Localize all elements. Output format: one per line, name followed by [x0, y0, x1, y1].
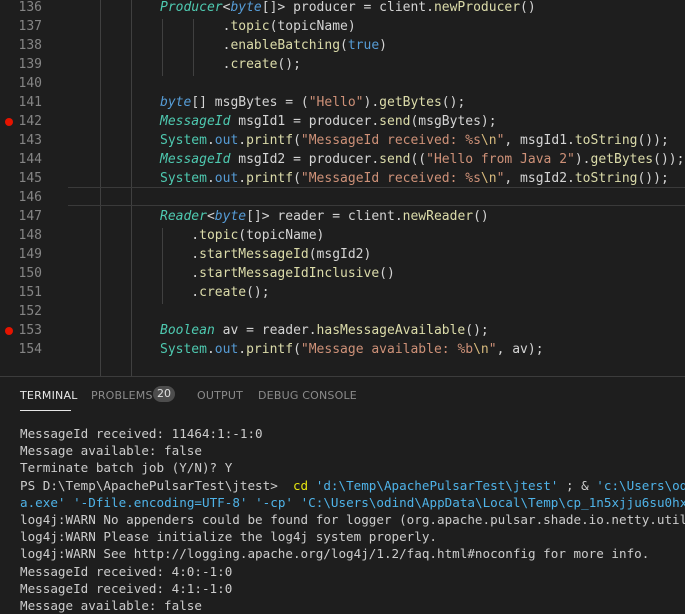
- code-line[interactable]: 144 MessageId msgId2 = producer.send(("He…: [0, 150, 685, 169]
- line-number: 149: [18, 247, 42, 262]
- line-number: 136: [18, 0, 42, 15]
- tab-debug-console[interactable]: DEBUG CONSOLE: [258, 389, 357, 402]
- code-text: System.out.printf("Message available: %b…: [160, 342, 544, 357]
- line-number: 147: [18, 209, 42, 224]
- terminal-output[interactable]: MessageId received: 11464:1:-1:0 Message …: [20, 425, 685, 614]
- code-line[interactable]: 149 .startMessageId(msgId2): [0, 245, 685, 264]
- code-line[interactable]: 141 byte[] msgBytes = ("Hello").getBytes(…: [0, 93, 685, 112]
- tab-output[interactable]: OUTPUT: [197, 389, 243, 402]
- line-number: 143: [18, 133, 42, 148]
- terminal-line: Message available: false: [20, 597, 202, 613]
- line-number: 142: [18, 114, 42, 129]
- code-text: .create();: [160, 285, 270, 300]
- code-text: Reader<byte[]> reader = client.newReader…: [160, 209, 489, 224]
- code-line[interactable]: 145 System.out.printf("MessageId received…: [0, 169, 685, 188]
- code-line[interactable]: 152: [0, 302, 685, 321]
- breakpoint-icon[interactable]: [5, 327, 13, 335]
- line-number: 154: [18, 342, 42, 357]
- code-text: .startMessageIdInclusive(): [160, 266, 395, 281]
- code-text: System.out.printf("MessageId received: %…: [160, 133, 669, 148]
- breakpoint-icon[interactable]: [5, 118, 13, 126]
- line-number: 146: [18, 190, 42, 205]
- terminal-line: log4j:WARN See http://logging.apache.org…: [20, 546, 650, 562]
- code-line[interactable]: 150 .startMessageIdInclusive(): [0, 264, 685, 283]
- code-line[interactable]: 148 .topic(topicName): [0, 226, 685, 245]
- tab-problems[interactable]: PROBLEMS: [91, 389, 153, 402]
- code-line[interactable]: 154 System.out.printf("Message available:…: [0, 340, 685, 359]
- code-line[interactable]: 151 .create();: [0, 283, 685, 302]
- code-line[interactable]: 138 .enableBatching(true): [0, 36, 685, 55]
- code-editor[interactable]: 136 Producer<byte[]> producer = client.ne…: [0, 0, 685, 376]
- code-line[interactable]: 139 .create();: [0, 55, 685, 74]
- code-text: .enableBatching(true): [160, 38, 387, 53]
- code-text: MessageId msgId2 = producer.send(("Hello…: [160, 152, 685, 167]
- terminal-line: Terminate batch job (Y/N)? Y: [20, 460, 233, 476]
- tab-terminal[interactable]: TERMINAL: [20, 389, 78, 402]
- terminal-line: log4j:WARN Please initialize the log4j s…: [20, 529, 438, 545]
- code-line[interactable]: 140: [0, 74, 685, 93]
- code-text: Boolean av = reader.hasMessageAvailable(…: [160, 323, 489, 338]
- terminal-line: log4j:WARN No appenders could be found f…: [20, 511, 685, 527]
- code-line[interactable]: 143 System.out.printf("MessageId received…: [0, 131, 685, 150]
- code-line[interactable]: 142 MessageId msgId1 = producer.send(msgB…: [0, 112, 685, 131]
- code-line[interactable]: 147 Reader<byte[]> reader = client.newRea…: [0, 207, 685, 226]
- line-number: 150: [18, 266, 42, 281]
- problems-count-badge: 20: [153, 386, 175, 402]
- line-number: 153: [18, 323, 42, 338]
- code-line[interactable]: 153 Boolean av = reader.hasMessageAvailab…: [0, 321, 685, 340]
- code-text: System.out.printf("MessageId received: %…: [160, 171, 669, 186]
- code-text: .create();: [160, 57, 301, 72]
- code-text: .topic(topicName): [160, 19, 356, 34]
- terminal-line: MessageId received: 4:1:-1:0: [20, 580, 233, 596]
- code-text: .topic(topicName): [160, 228, 325, 243]
- line-number: 139: [18, 57, 42, 72]
- line-number: 148: [18, 228, 42, 243]
- line-number: 151: [18, 285, 42, 300]
- code-text: Producer<byte[]> producer = client.newPr…: [160, 0, 536, 15]
- code-text: byte[] msgBytes = ("Hello").getBytes();: [160, 95, 466, 110]
- line-number: 141: [18, 95, 42, 110]
- terminal-line: a.exe' '-Dfile.encoding=UTF-8' '-cp' 'C:…: [20, 494, 685, 510]
- code-line[interactable]: 137 .topic(topicName): [0, 17, 685, 36]
- active-tab-indicator: [20, 410, 71, 411]
- line-number: 140: [18, 76, 42, 91]
- code-line[interactable]: 136 Producer<byte[]> producer = client.ne…: [0, 0, 685, 17]
- line-number: 144: [18, 152, 42, 167]
- line-number: 138: [18, 38, 42, 53]
- terminal-line: MessageId received: 4:0:-1:0: [20, 563, 233, 579]
- terminal-line: Message available: false: [20, 443, 202, 459]
- terminal-line: MessageId received: 11464:1:-1:0: [20, 426, 263, 441]
- terminal-line: PS D:\Temp\ApachePulsarTest\jtest> cd 'd…: [20, 477, 685, 493]
- code-text: .startMessageId(msgId2): [160, 247, 372, 262]
- line-number: 152: [18, 304, 42, 319]
- bottom-panel: TERMINAL PROBLEMS 20 OUTPUT DEBUG CONSOL…: [0, 376, 685, 614]
- code-line[interactable]: 146: [0, 188, 685, 207]
- panel-tabs: TERMINAL PROBLEMS 20 OUTPUT DEBUG CONSOL…: [0, 377, 685, 415]
- line-number: 137: [18, 19, 42, 34]
- line-number: 145: [18, 171, 42, 186]
- code-text: MessageId msgId1 = producer.send(msgByte…: [160, 114, 497, 129]
